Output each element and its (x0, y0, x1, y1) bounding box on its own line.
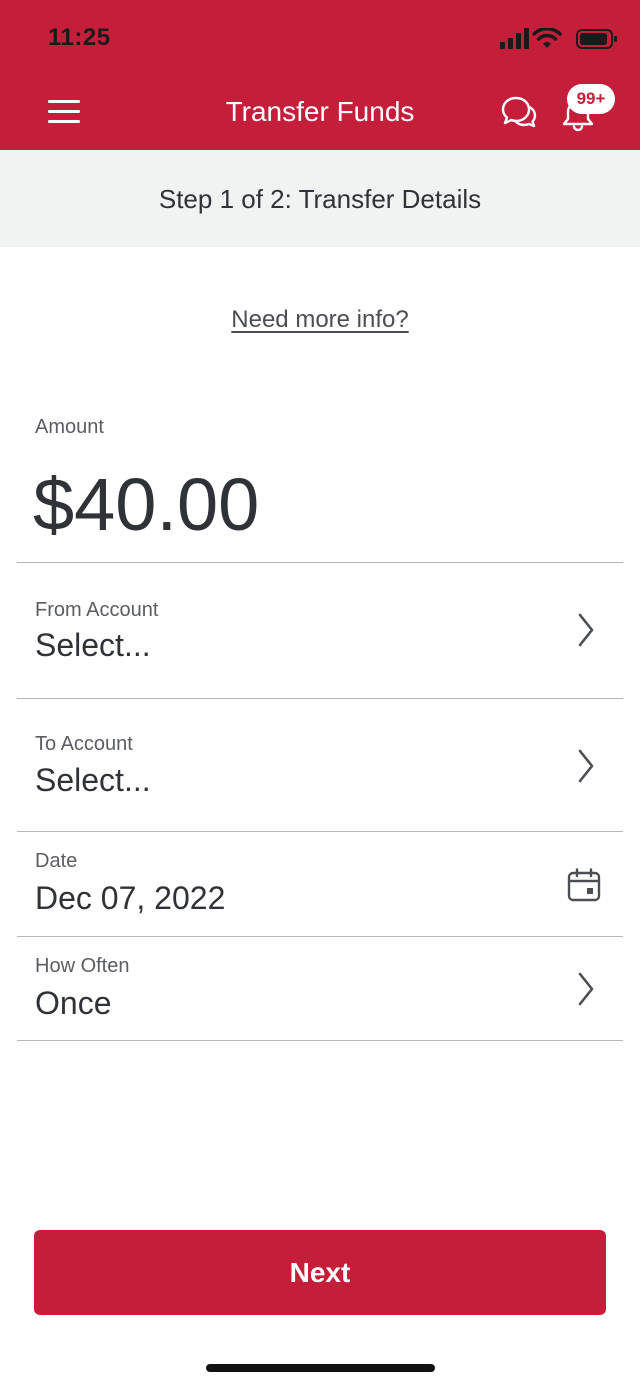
chevron-right-icon (578, 972, 594, 1006)
wifi-icon (532, 28, 562, 48)
step-indicator-text: Step 1 of 2: Transfer Details (158, 184, 482, 214)
from-account-label: From Account (35, 599, 159, 621)
chevron-right-icon (578, 749, 594, 783)
notification-count-badge: 99+ (567, 84, 615, 114)
divider (17, 1040, 623, 1041)
page-title: Transfer Funds (225, 96, 415, 127)
amount-input[interactable]: $40.00 (33, 462, 259, 547)
cellular-signal-icon (500, 28, 529, 49)
step-indicator-bar: Step 1 of 2: Transfer Details (0, 150, 640, 247)
app-header: 11:25 Transfer Funds 99+ (0, 0, 640, 150)
from-account-value: Select... (35, 627, 151, 663)
calendar-icon (567, 868, 601, 902)
need-more-info-link[interactable]: Need more info? (0, 306, 640, 334)
to-account-selector[interactable]: To Account Select... (17, 699, 623, 831)
next-button[interactable]: Next (34, 1230, 606, 1315)
how-often-label: How Often (35, 955, 130, 977)
how-often-selector[interactable]: How Often Once (17, 937, 623, 1040)
date-value: Dec 07, 2022 (35, 880, 226, 916)
date-label: Date (35, 850, 78, 872)
status-time: 11:25 (48, 24, 111, 51)
to-account-value: Select... (35, 762, 151, 798)
home-indicator[interactable] (206, 1364, 435, 1372)
chat-icon[interactable] (500, 94, 538, 130)
battery-icon (576, 29, 617, 49)
how-often-value: Once (35, 985, 112, 1021)
date-picker[interactable]: Date Dec 07, 2022 (17, 832, 623, 936)
amount-label: Amount (35, 416, 104, 438)
chevron-right-icon (578, 613, 594, 647)
from-account-selector[interactable]: From Account Select... (17, 563, 623, 698)
to-account-label: To Account (35, 733, 133, 755)
